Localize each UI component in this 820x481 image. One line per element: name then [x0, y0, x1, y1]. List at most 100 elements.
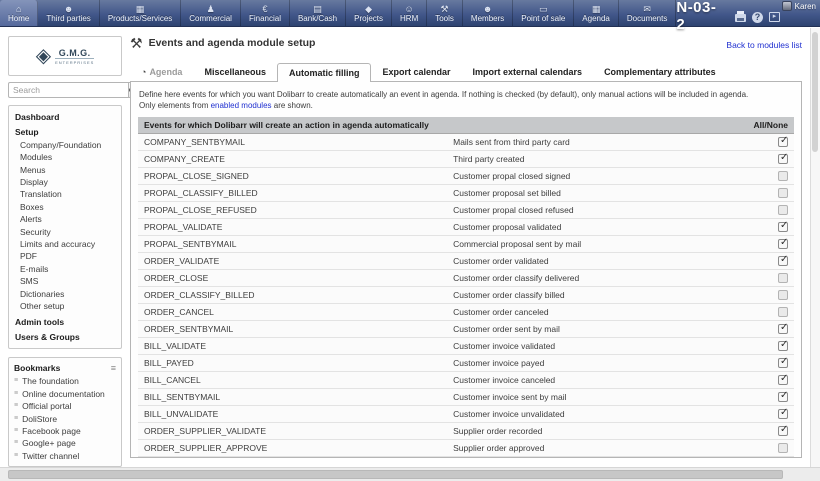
- row-checkbox[interactable]: [778, 392, 788, 402]
- event-description: Customer proposal validated: [453, 222, 772, 232]
- bookmark-item[interactable]: ≡ Online documentation: [14, 388, 116, 400]
- menubar-item-tools[interactable]: ⚒ Tools: [427, 0, 463, 26]
- sidebar-item[interactable]: E-mails: [9, 263, 117, 275]
- bookmark-item[interactable]: ≡ Facebook page: [14, 425, 116, 437]
- row-checkbox[interactable]: [778, 171, 788, 181]
- bookmark-item[interactable]: ≡ Google+ page: [14, 437, 116, 449]
- menubar-item-agenda[interactable]: ▦ Agenda: [574, 0, 619, 26]
- bookmarks-menu-icon[interactable]: ≡: [111, 362, 116, 375]
- vertical-scrollbar-thumb[interactable]: [812, 32, 818, 152]
- vertical-scrollbar[interactable]: [810, 28, 820, 467]
- menubar-item-commercial[interactable]: ♟ Commercial: [181, 0, 241, 26]
- menubar-item-members[interactable]: ☻ Members: [463, 0, 513, 26]
- bookmark-label: Facebook page: [22, 425, 81, 437]
- row-checkbox[interactable]: [778, 205, 788, 215]
- row-checkbox[interactable]: [778, 154, 788, 164]
- row-checkbox[interactable]: [778, 426, 788, 436]
- company-logo: ◈ G.M.G. ENTERPRISES: [8, 36, 122, 76]
- bookmark-item[interactable]: ≡ Twitter channel: [14, 450, 116, 462]
- bookmark-item[interactable]: ≡ DoliStore: [14, 413, 116, 425]
- tab-automatic-filling[interactable]: Automatic filling: [277, 63, 372, 82]
- sidebar-item[interactable]: Company/Foundation: [9, 139, 117, 151]
- row-checkbox[interactable]: [778, 273, 788, 283]
- sidebar-item[interactable]: Translation: [9, 188, 117, 200]
- bookmark-label: Online documentation: [22, 388, 105, 400]
- intro-line2: Only elements from enabled modules are s…: [139, 100, 793, 111]
- bookmark-icon: ≡: [14, 450, 18, 462]
- event-code: ORDER_SUPPLIER_APPROVE: [144, 443, 453, 453]
- sidebar-item[interactable]: Other setup: [9, 300, 117, 312]
- row-checkbox[interactable]: [778, 307, 788, 317]
- tab-miscellaneous[interactable]: Miscellaneous: [193, 63, 277, 81]
- menubar-item-point-of-sale[interactable]: ▭ Point of sale: [513, 0, 574, 26]
- row-checkbox[interactable]: [778, 409, 788, 419]
- clock-icon: ◔: [141, 68, 146, 77]
- row-checkbox[interactable]: [778, 358, 788, 368]
- row-checkbox[interactable]: [778, 188, 788, 198]
- intro-line1: Define here events for which you want Do…: [139, 89, 793, 100]
- documents-icon: ✉: [643, 4, 651, 14]
- sidebar-item[interactable]: PDF: [9, 250, 117, 262]
- sidebar-item[interactable]: Dictionaries: [9, 288, 117, 300]
- row-checkbox[interactable]: [778, 137, 788, 147]
- menubar-item-financial[interactable]: € Financial: [241, 0, 290, 26]
- sidebar-item-label: Dictionaries: [20, 289, 64, 299]
- help-icon[interactable]: ?: [752, 12, 763, 23]
- menubar-item-documents[interactable]: ✉ Documents: [619, 0, 676, 26]
- printer-icon[interactable]: [735, 14, 746, 22]
- pos-icon: ▭: [539, 4, 548, 14]
- row-checkbox[interactable]: [778, 222, 788, 232]
- bookmark-item[interactable]: ≡ Official portal: [14, 400, 116, 412]
- event-description: Customer propal closed signed: [453, 171, 772, 181]
- bookmark-label: Google+ page: [22, 437, 76, 449]
- sidebar-item-label: Limits and accuracy: [20, 239, 95, 249]
- toggle-all-none-link[interactable]: All/None: [754, 120, 788, 130]
- menubar-item-third-parties[interactable]: ☻ Third parties: [38, 0, 99, 26]
- bookmark-icon: ≡: [14, 425, 18, 437]
- sidebar-item[interactable]: Display: [9, 176, 117, 188]
- row-checkbox[interactable]: [778, 324, 788, 334]
- menubar-item-bank-cash[interactable]: ▤ Bank/Cash: [290, 0, 346, 26]
- sidebar-item[interactable]: Boxes: [9, 201, 117, 213]
- tab-agenda[interactable]: ◔ Agenda: [130, 63, 193, 81]
- bookmark-item[interactable]: ≡ The foundation: [14, 375, 116, 387]
- sidebar-item[interactable]: Dashboard: [9, 111, 117, 123]
- menubar-item-projects[interactable]: ◆ Projects: [346, 0, 392, 26]
- enabled-modules-link[interactable]: enabled modules: [211, 101, 272, 110]
- main-content: ⚒ Events and agenda module setup Back to…: [130, 36, 802, 458]
- event-code: ORDER_VALIDATE: [144, 256, 453, 266]
- row-checkbox[interactable]: [778, 239, 788, 249]
- tab-complementary-attributes[interactable]: Complementary attributes: [593, 63, 727, 81]
- user-chip[interactable]: Karen: [782, 1, 816, 11]
- sidebar-item[interactable]: Modules: [9, 151, 117, 163]
- horizontal-scrollbar-thumb[interactable]: [8, 470, 783, 479]
- sidebar-item[interactable]: Setup: [9, 126, 117, 138]
- sidebar-item[interactable]: Security: [9, 226, 117, 238]
- table-row: ORDER_CLASSIFY_BILLED Customer order cla…: [138, 287, 794, 304]
- table-row: BILL_PAYED Customer invoice payed: [138, 355, 794, 372]
- sidebar-item[interactable]: Users & Groups: [9, 331, 117, 343]
- sidebar-item[interactable]: Limits and accuracy: [9, 238, 117, 250]
- tab-import-external-calendars[interactable]: Import external calendars: [462, 63, 594, 81]
- menubar-item-hrm[interactable]: ☺ HRM: [392, 0, 427, 26]
- row-checkbox[interactable]: [778, 341, 788, 351]
- horizontal-scrollbar[interactable]: [0, 467, 820, 481]
- table-row: BILL_UNVALIDATE Customer invoice unvalid…: [138, 406, 794, 423]
- row-checkbox[interactable]: [778, 375, 788, 385]
- table-row: PROPAL_SENTBYMAIL Commercial proposal se…: [138, 236, 794, 253]
- menubar-item-products-services[interactable]: ▦ Products/Services: [100, 0, 181, 26]
- bookmark-icon: ≡: [14, 388, 18, 400]
- logout-icon[interactable]: ▸: [769, 12, 780, 22]
- back-to-modules-link[interactable]: Back to modules list: [726, 40, 802, 50]
- sidebar-item[interactable]: SMS: [9, 275, 117, 287]
- sidebar-item[interactable]: Menus: [9, 164, 117, 176]
- tab-export-calendar[interactable]: Export calendar: [371, 63, 461, 81]
- row-checkbox[interactable]: [778, 256, 788, 266]
- sidebar-item[interactable]: Alerts: [9, 213, 117, 225]
- event-code: BILL_UNVALIDATE: [144, 409, 453, 419]
- sidebar-item[interactable]: Admin tools: [9, 316, 117, 328]
- row-checkbox[interactable]: [778, 290, 788, 300]
- search-input[interactable]: [8, 82, 129, 98]
- row-checkbox[interactable]: [778, 443, 788, 453]
- menubar-item-home[interactable]: ⌂ Home: [0, 0, 38, 26]
